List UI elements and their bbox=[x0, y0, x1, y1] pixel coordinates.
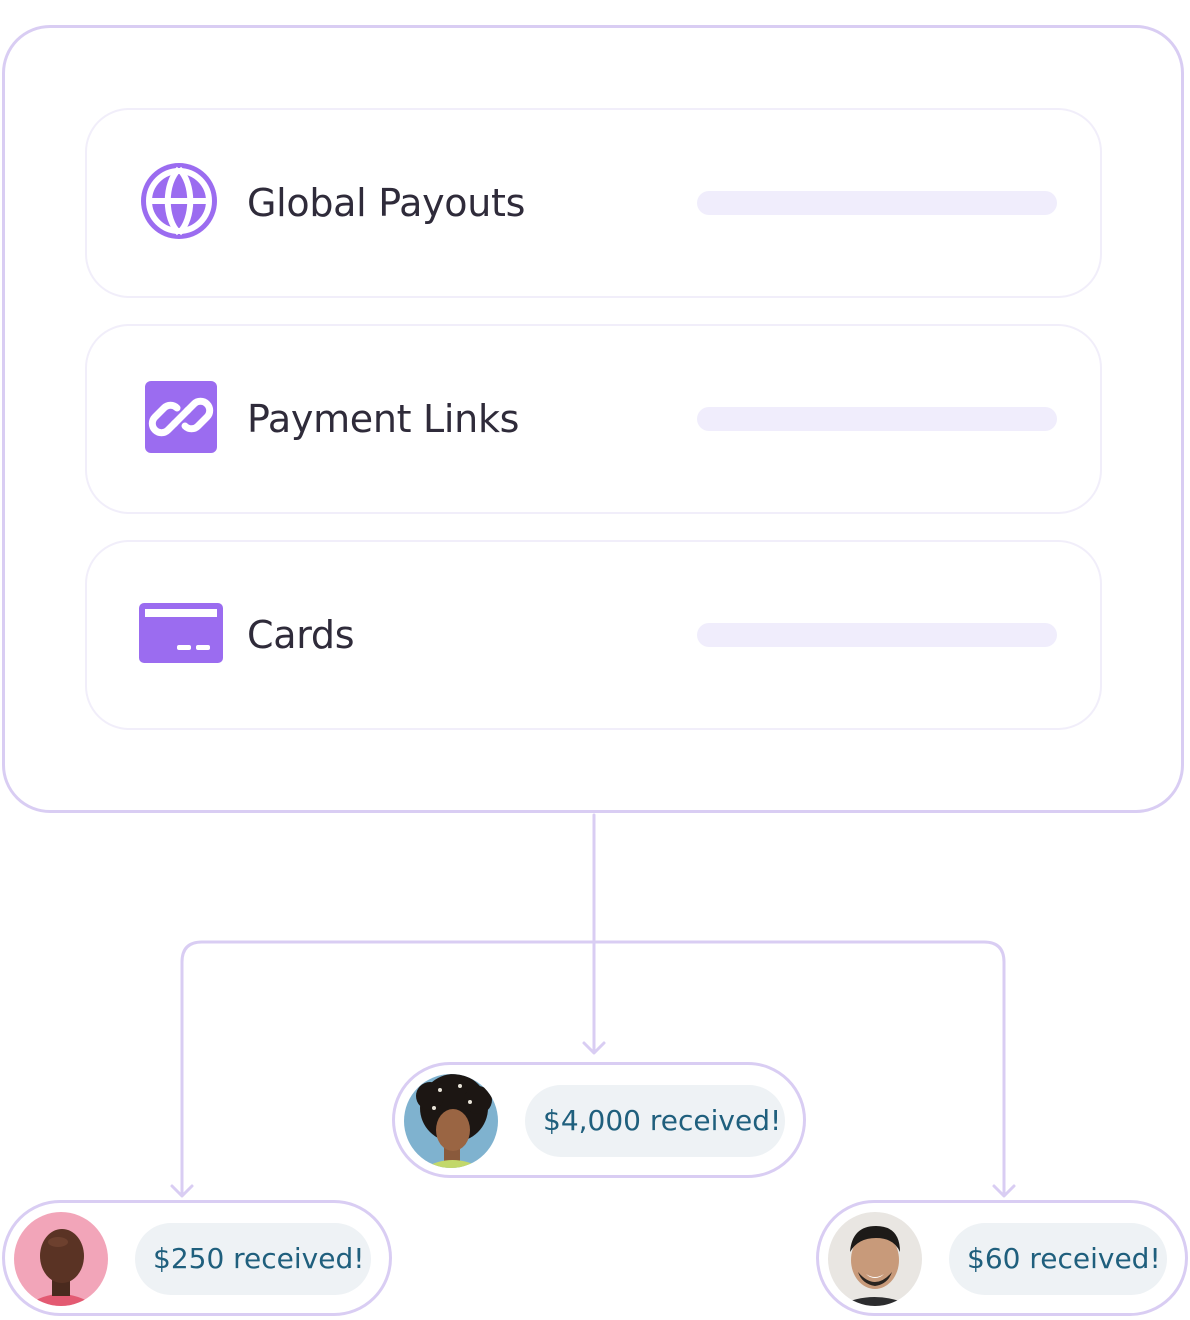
amount-badge: $4,000 received! bbox=[525, 1085, 785, 1157]
amount-badge: $250 received! bbox=[135, 1223, 371, 1295]
recipient-card-center: $4,000 received! bbox=[392, 1062, 806, 1178]
avatar-woman-curly-hair bbox=[404, 1074, 498, 1168]
amount-badge: $60 received! bbox=[949, 1223, 1167, 1295]
avatar-man-smiling bbox=[828, 1212, 922, 1306]
avatar-man-bald bbox=[14, 1212, 108, 1306]
recipient-card-left: $250 received! bbox=[2, 1200, 392, 1316]
recipient-card-right: $60 received! bbox=[816, 1200, 1188, 1316]
